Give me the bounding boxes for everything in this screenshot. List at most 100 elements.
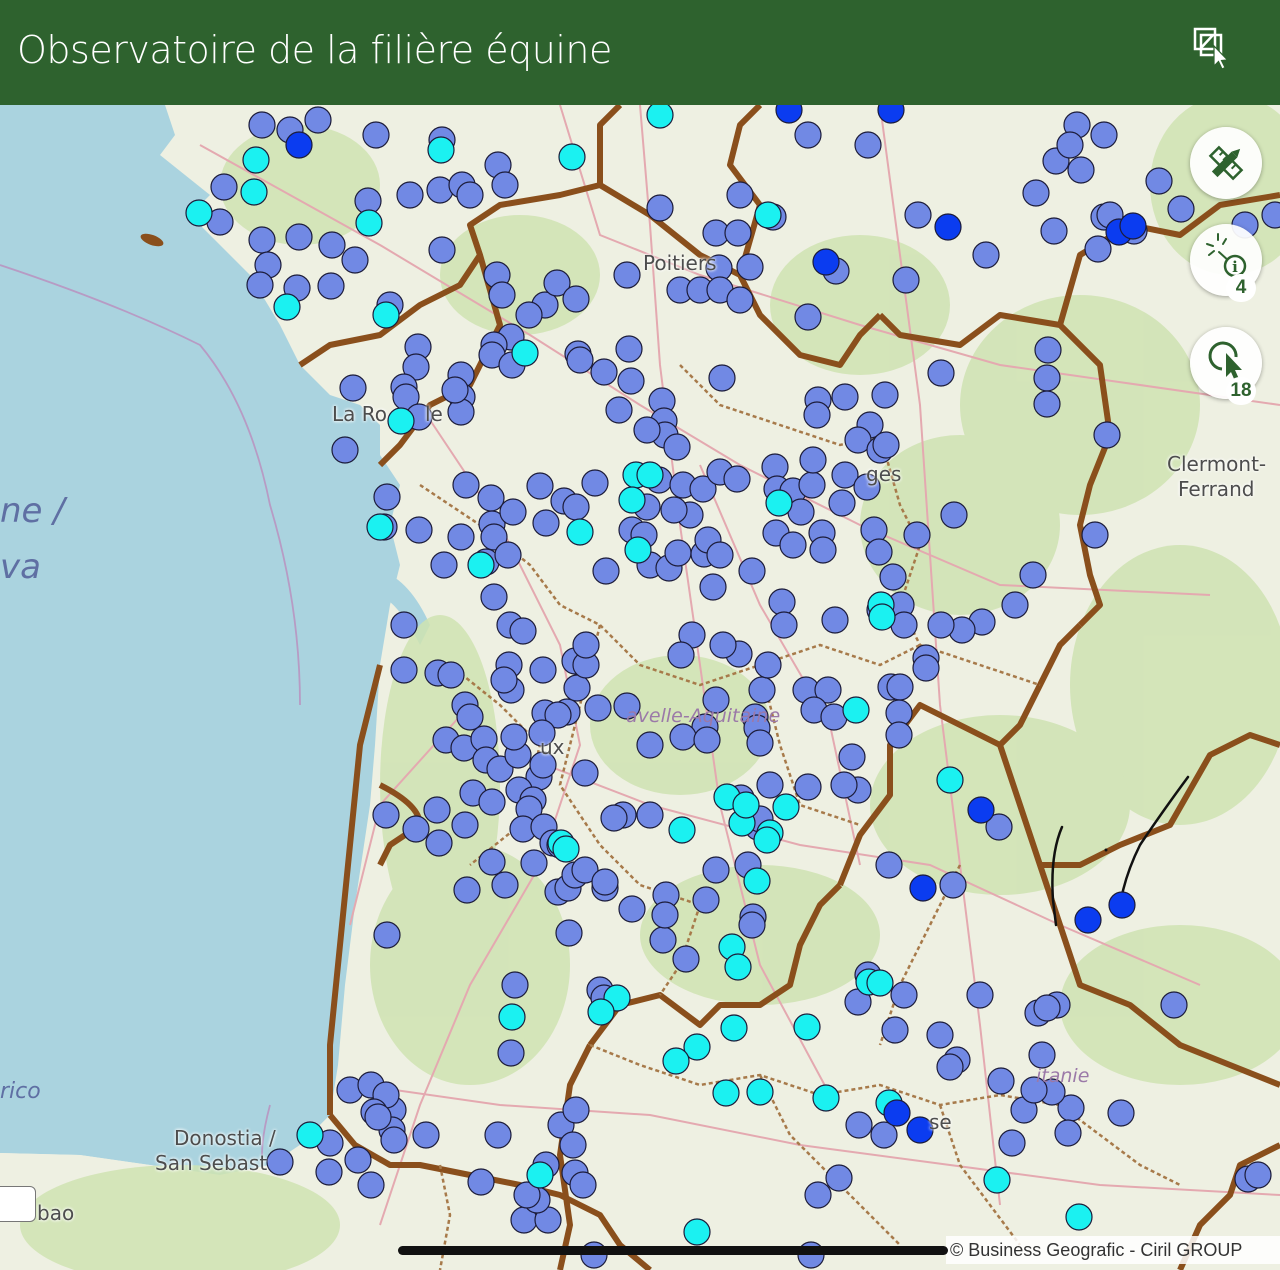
map-marker[interactable] <box>618 895 646 923</box>
map-marker[interactable] <box>821 606 849 634</box>
map-marker[interactable] <box>428 236 456 264</box>
map-marker[interactable] <box>402 815 430 843</box>
map-marker[interactable] <box>746 729 774 757</box>
select-area-icon[interactable] <box>1188 24 1238 74</box>
map-marker-dark[interactable] <box>285 131 313 159</box>
map-marker[interactable] <box>738 557 766 585</box>
map-marker-highlight[interactable] <box>552 835 580 863</box>
map-marker[interactable] <box>339 374 367 402</box>
map-marker[interactable] <box>373 483 401 511</box>
map-marker-highlight[interactable] <box>868 603 896 631</box>
map-marker[interactable] <box>373 921 401 949</box>
map-marker[interactable] <box>756 771 784 799</box>
map-marker-highlight[interactable] <box>662 1047 690 1075</box>
map-marker-highlight[interactable] <box>793 1013 821 1041</box>
map-marker[interactable] <box>845 1111 873 1139</box>
map-marker[interactable] <box>794 121 822 149</box>
map-marker-highlight[interactable] <box>185 199 213 227</box>
map-marker[interactable] <box>754 651 782 679</box>
map-marker-dark[interactable] <box>1119 212 1147 240</box>
map-marker[interactable] <box>1034 336 1062 364</box>
map-marker-highlight[interactable] <box>526 1161 554 1189</box>
map-marker[interactable] <box>453 876 481 904</box>
map-marker-dark[interactable] <box>934 213 962 241</box>
map-marker[interactable] <box>562 1096 590 1124</box>
map-marker-highlight[interactable] <box>558 143 586 171</box>
map-marker[interactable] <box>532 509 560 537</box>
map-marker[interactable] <box>571 759 599 787</box>
map-marker[interactable] <box>779 531 807 559</box>
map-marker-highlight[interactable] <box>746 1078 774 1106</box>
map-marker-highlight[interactable] <box>372 301 400 329</box>
map-marker[interactable] <box>736 253 764 281</box>
map-marker-highlight[interactable] <box>646 105 674 129</box>
map-marker-highlight[interactable] <box>668 816 696 844</box>
map-marker[interactable] <box>927 611 955 639</box>
map-marker[interactable] <box>1244 1161 1272 1189</box>
map-marker[interactable] <box>646 194 674 222</box>
map-marker[interactable] <box>412 1121 440 1149</box>
map-marker[interactable] <box>315 1158 343 1186</box>
map-marker[interactable] <box>396 181 424 209</box>
map-marker[interactable] <box>838 743 866 771</box>
map-marker[interactable] <box>936 1053 964 1081</box>
map-marker-highlight[interactable] <box>511 339 539 367</box>
map-marker-highlight[interactable] <box>240 178 268 206</box>
map-marker[interactable] <box>804 1181 832 1209</box>
map-marker[interactable] <box>600 804 628 832</box>
map-marker[interactable] <box>497 1039 525 1067</box>
map-marker[interactable] <box>1022 179 1050 207</box>
map-marker[interactable] <box>425 829 453 857</box>
map-marker[interactable] <box>526 472 554 500</box>
map-marker[interactable] <box>939 871 967 899</box>
map-marker[interactable] <box>451 811 479 839</box>
map-marker[interactable] <box>663 433 691 461</box>
map-marker[interactable] <box>572 631 600 659</box>
map-marker[interactable] <box>590 358 618 386</box>
map-marker[interactable] <box>447 523 475 551</box>
map-marker[interactable] <box>456 181 484 209</box>
map-marker[interactable] <box>515 301 543 329</box>
map-marker[interactable] <box>452 471 480 499</box>
map-marker[interactable] <box>488 281 516 309</box>
map-marker[interactable] <box>529 656 557 684</box>
map-marker[interactable] <box>886 673 914 701</box>
map-marker[interactable] <box>669 723 697 751</box>
map-marker[interactable] <box>437 661 465 689</box>
map-marker[interactable] <box>331 436 359 464</box>
map-marker[interactable] <box>926 1021 954 1049</box>
map-marker[interactable] <box>708 364 736 392</box>
map-marker[interactable] <box>562 285 590 313</box>
map-marker[interactable] <box>1084 235 1112 263</box>
map-marker[interactable] <box>1056 131 1084 159</box>
map-marker[interactable] <box>987 1067 1015 1095</box>
map-marker[interactable] <box>491 171 519 199</box>
map-marker[interactable] <box>210 173 238 201</box>
map-marker[interactable] <box>372 801 400 829</box>
map-marker[interactable] <box>649 926 677 954</box>
map-marker[interactable] <box>903 521 931 549</box>
map-marker[interactable] <box>248 226 276 254</box>
map-marker[interactable] <box>890 981 918 1009</box>
map-marker[interactable] <box>726 286 754 314</box>
map-marker[interactable] <box>768 588 796 616</box>
map-marker[interactable] <box>380 1126 408 1154</box>
map-marker[interactable] <box>904 201 932 229</box>
map-marker-highlight[interactable] <box>355 209 383 237</box>
map-marker[interactable] <box>865 538 893 566</box>
map-marker[interactable] <box>1067 156 1095 184</box>
map-marker[interactable] <box>605 396 633 424</box>
map-marker[interactable] <box>803 401 831 429</box>
map-marker[interactable] <box>520 849 548 877</box>
map-marker[interactable] <box>478 788 506 816</box>
map-marker[interactable] <box>875 851 903 879</box>
map-marker-highlight[interactable] <box>743 867 771 895</box>
map-marker[interactable] <box>584 694 612 722</box>
map-marker-highlight[interactable] <box>812 1084 840 1112</box>
map-marker[interactable] <box>651 901 679 929</box>
map-search-input[interactable] <box>0 1186 36 1222</box>
map-marker[interactable] <box>828 489 856 517</box>
map-marker-highlight[interactable] <box>720 1014 748 1042</box>
info-tool-button[interactable]: i 4 <box>1190 224 1262 302</box>
map-marker[interactable] <box>927 359 955 387</box>
